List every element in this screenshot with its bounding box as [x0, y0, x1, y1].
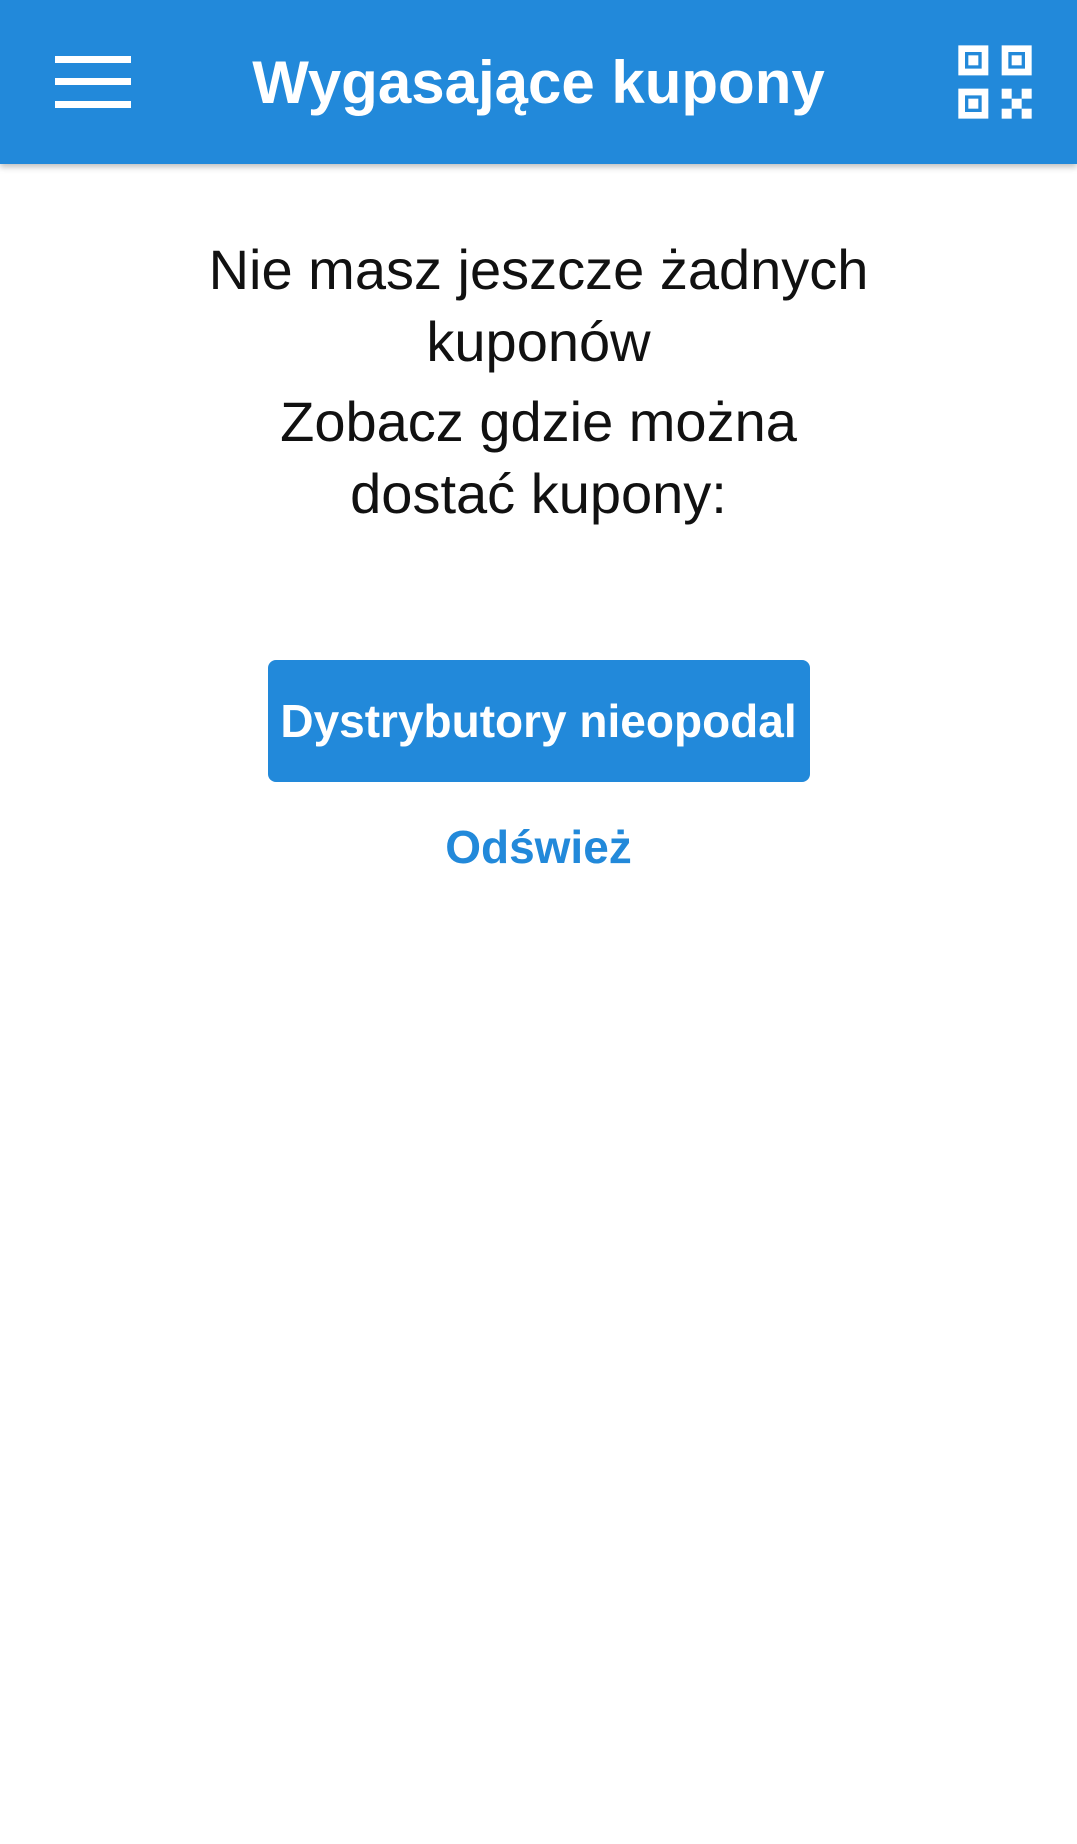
page-title: Wygasające kupony	[252, 48, 825, 116]
empty-message: Nie masz jeszcze żadnych kuponów	[208, 238, 869, 373]
refresh-button[interactable]: Odśwież	[425, 814, 652, 880]
app-bar: Wygasające kupony	[0, 0, 1077, 164]
empty-state: Nie masz jeszcze żadnych kuponów Zobacz …	[0, 164, 1077, 880]
hamburger-menu-icon	[55, 56, 131, 108]
qr-scan-button[interactable]	[943, 30, 1047, 134]
menu-button[interactable]	[40, 40, 146, 124]
app-screen: Wygasające kupony Nie masz jeszcze żadny…	[0, 0, 1077, 1844]
hint-message: Zobacz gdzie można dostać kupony:	[280, 390, 797, 525]
qr-code-icon	[958, 45, 1032, 119]
nearby-distributors-button[interactable]: Dystrybutory nieopodal	[267, 660, 810, 782]
